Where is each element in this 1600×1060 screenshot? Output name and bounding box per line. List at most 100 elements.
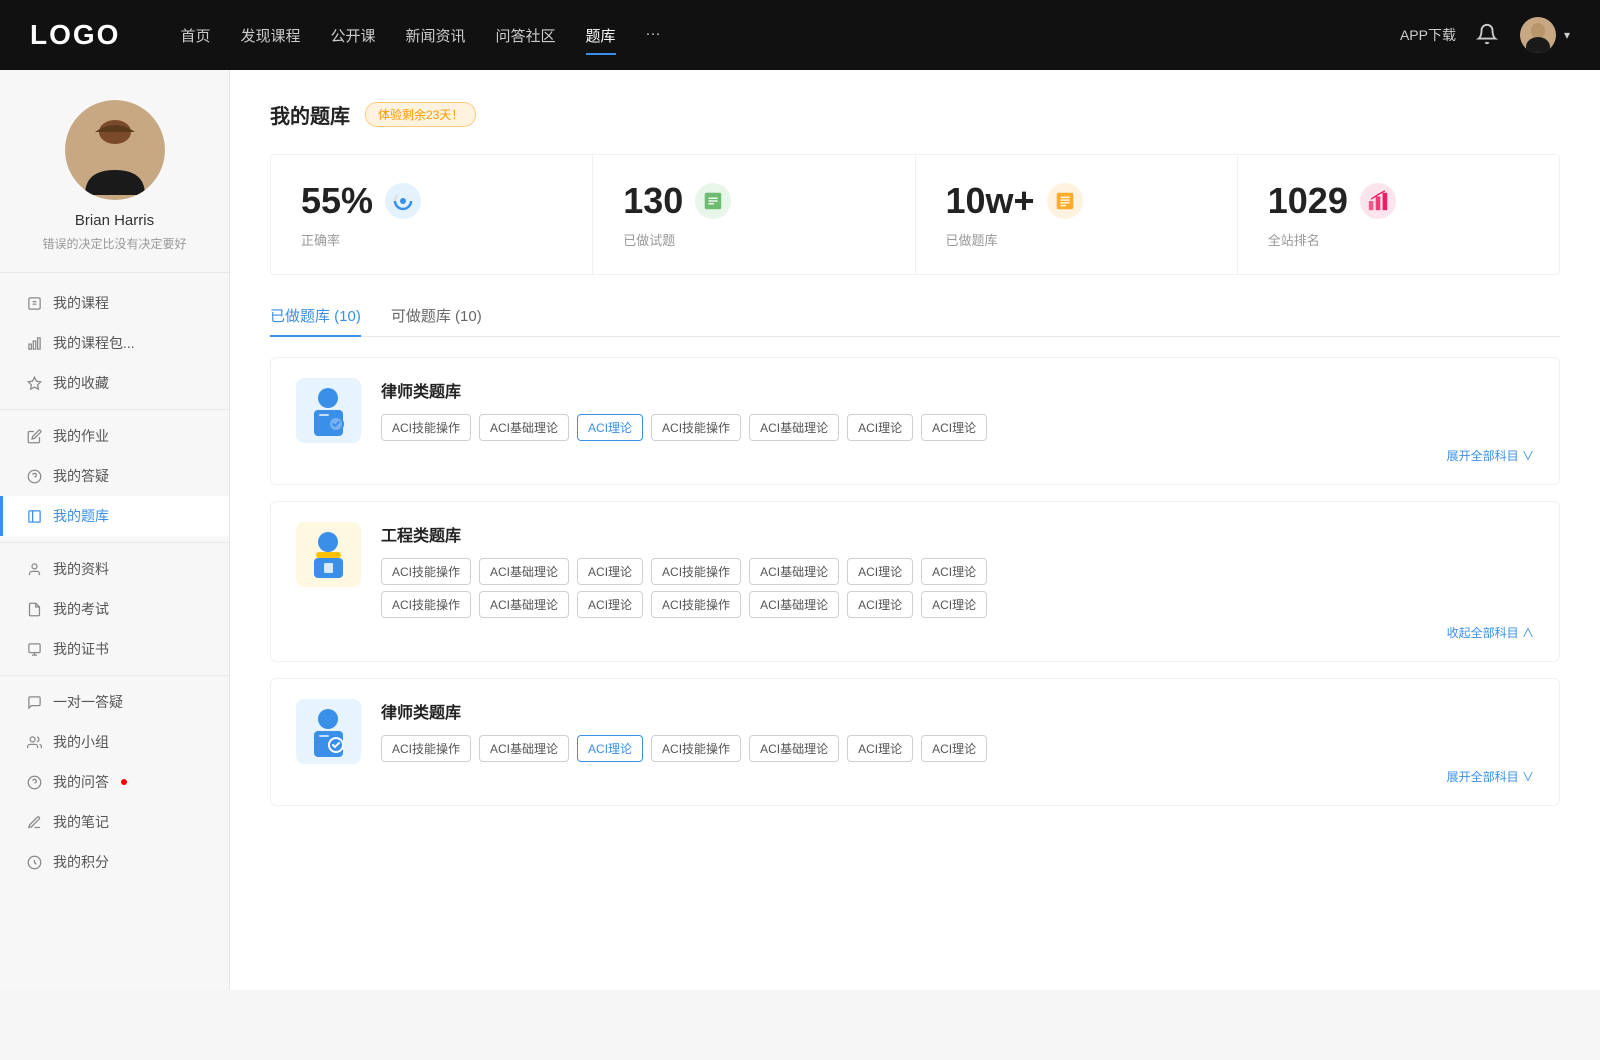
tag[interactable]: ACI理论 bbox=[847, 558, 913, 585]
sidebar-item-course-pack[interactable]: 我的课程包... bbox=[0, 323, 229, 363]
doc-icon bbox=[25, 294, 43, 312]
app-download-link[interactable]: APP下载 bbox=[1400, 25, 1456, 45]
book-icon bbox=[25, 507, 43, 525]
sidebar-item-exam[interactable]: 我的考试 bbox=[0, 589, 229, 629]
tag[interactable]: ACI理论 bbox=[577, 558, 643, 585]
nav-quiz[interactable]: 题库 bbox=[586, 20, 616, 51]
navbar-nav: 首页 发现课程 公开课 新闻资讯 问答社区 题库 ··· bbox=[180, 20, 1400, 51]
sidebar-label: 我的问答 bbox=[53, 772, 109, 792]
menu-divider bbox=[0, 675, 229, 676]
nav-news[interactable]: 新闻资讯 bbox=[406, 20, 466, 51]
navbar-right: APP下载 ▾ bbox=[1400, 17, 1570, 53]
user-avatar-area[interactable]: ▾ bbox=[1520, 17, 1570, 53]
sidebar-label: 我的收藏 bbox=[53, 373, 109, 393]
tag[interactable]: ACI基础理论 bbox=[749, 591, 839, 618]
tag[interactable]: ACI理论 bbox=[847, 591, 913, 618]
tag[interactable]: ACI技能操作 bbox=[381, 591, 471, 618]
stat-bank-done: 10w+ 已做题库 bbox=[916, 155, 1238, 274]
stat-ranking: 1029 全站排名 bbox=[1238, 155, 1559, 274]
stat-icon-bank bbox=[1047, 183, 1083, 219]
sidebar-item-my-qa[interactable]: 我的问答 bbox=[0, 762, 229, 802]
tag[interactable]: ACI技能操作 bbox=[651, 735, 741, 762]
bank-body-lawyer-2: 律师类题库 ACI技能操作 ACI基础理论 ACI理论 ACI技能操作 ACI基… bbox=[381, 699, 1534, 785]
sidebar: Brian Harris 错误的决定比没有决定要好 我的课程 我的课程包... bbox=[0, 70, 230, 990]
tag[interactable]: ACI基础理论 bbox=[749, 558, 839, 585]
nav-open-course[interactable]: 公开课 bbox=[330, 20, 375, 51]
sidebar-item-favorites[interactable]: 我的收藏 bbox=[0, 363, 229, 403]
tag[interactable]: ACI基础理论 bbox=[749, 414, 839, 441]
sidebar-label: 我的考试 bbox=[53, 599, 109, 619]
collapse-link-engineer[interactable]: 收起全部科目 ∧ bbox=[381, 624, 1534, 641]
tag[interactable]: ACI理论 bbox=[921, 414, 987, 441]
tag[interactable]: ACI理论 bbox=[847, 735, 913, 762]
tag-active[interactable]: ACI理论 bbox=[577, 414, 643, 441]
sidebar-item-group[interactable]: 我的小组 bbox=[0, 722, 229, 762]
tag[interactable]: ACI技能操作 bbox=[651, 591, 741, 618]
bank-title-engineer: 工程类题库 bbox=[381, 522, 1534, 546]
logo: LOGO bbox=[30, 19, 120, 51]
sidebar-item-notes[interactable]: 我的笔记 bbox=[0, 802, 229, 842]
sidebar-item-1on1[interactable]: 一对一答疑 bbox=[0, 682, 229, 722]
nav-home[interactable]: 首页 bbox=[180, 20, 210, 51]
tag[interactable]: ACI基础理论 bbox=[479, 414, 569, 441]
menu-divider bbox=[0, 409, 229, 410]
sidebar-label: 我的小组 bbox=[53, 732, 109, 752]
tag[interactable]: ACI理论 bbox=[847, 414, 913, 441]
chat-icon bbox=[25, 693, 43, 711]
tag[interactable]: ACI基础理论 bbox=[479, 558, 569, 585]
tag[interactable]: ACI理论 bbox=[577, 591, 643, 618]
group-icon bbox=[25, 733, 43, 751]
stats-row: 55% 正确率 130 bbox=[270, 154, 1560, 275]
tab-done-banks[interactable]: 已做题库 (10) bbox=[270, 305, 361, 336]
sidebar-item-profile[interactable]: 我的资料 bbox=[0, 549, 229, 589]
tag[interactable]: ACI基础理论 bbox=[749, 735, 839, 762]
tabs-row: 已做题库 (10) 可做题库 (10) bbox=[270, 305, 1560, 337]
sidebar-label: 我的课程 bbox=[53, 293, 109, 313]
tags-row-engineer-2: ACI技能操作 ACI基础理论 ACI理论 ACI技能操作 ACI基础理论 AC… bbox=[381, 591, 1534, 618]
stat-value-accuracy: 55% bbox=[301, 180, 373, 222]
bank-card-lawyer-2: 律师类题库 ACI技能操作 ACI基础理论 ACI理论 ACI技能操作 ACI基… bbox=[270, 678, 1560, 806]
chevron-down-icon: ▾ bbox=[1564, 28, 1570, 42]
stat-value-done: 130 bbox=[623, 180, 683, 222]
sidebar-label: 一对一答疑 bbox=[53, 692, 123, 712]
stat-value-bank: 10w+ bbox=[946, 180, 1035, 222]
notification-bell-icon[interactable] bbox=[1476, 23, 1500, 47]
nav-qa[interactable]: 问答社区 bbox=[496, 20, 556, 51]
stat-icon-rank bbox=[1360, 183, 1396, 219]
sidebar-label: 我的题库 bbox=[53, 506, 109, 526]
expand-link-lawyer-1[interactable]: 展开全部科目 ∨ bbox=[381, 447, 1534, 464]
tab-available-banks[interactable]: 可做题库 (10) bbox=[391, 305, 482, 336]
tag[interactable]: ACI理论 bbox=[921, 735, 987, 762]
stat-value-rank: 1029 bbox=[1268, 180, 1348, 222]
tag[interactable]: ACI技能操作 bbox=[381, 558, 471, 585]
menu-divider bbox=[0, 542, 229, 543]
cert-icon bbox=[25, 640, 43, 658]
nav-discover[interactable]: 发现课程 bbox=[240, 20, 300, 51]
tag[interactable]: ACI技能操作 bbox=[651, 414, 741, 441]
main-layout: Brian Harris 错误的决定比没有决定要好 我的课程 我的课程包... bbox=[0, 70, 1600, 990]
nav-more[interactable]: ··· bbox=[646, 20, 661, 51]
sidebar-item-certificate[interactable]: 我的证书 bbox=[0, 629, 229, 669]
unread-badge bbox=[121, 779, 127, 785]
tag[interactable]: ACI技能操作 bbox=[381, 735, 471, 762]
sidebar-item-homework[interactable]: 我的作业 bbox=[0, 416, 229, 456]
person-icon bbox=[25, 560, 43, 578]
navbar: LOGO 首页 发现课程 公开课 新闻资讯 问答社区 题库 ··· APP下载 … bbox=[0, 0, 1600, 70]
tag[interactable]: ACI基础理论 bbox=[479, 735, 569, 762]
stat-label-rank: 全站排名 bbox=[1268, 230, 1529, 249]
sidebar-item-points[interactable]: 我的积分 bbox=[0, 842, 229, 882]
sidebar-label: 我的积分 bbox=[53, 852, 109, 872]
profile-section: Brian Harris 错误的决定比没有决定要好 bbox=[0, 100, 229, 273]
expand-link-lawyer-2[interactable]: 展开全部科目 ∨ bbox=[381, 768, 1534, 785]
tag-active[interactable]: ACI理论 bbox=[577, 735, 643, 762]
note-icon bbox=[25, 813, 43, 831]
sidebar-item-my-courses[interactable]: 我的课程 bbox=[0, 283, 229, 323]
tag[interactable]: ACI基础理论 bbox=[479, 591, 569, 618]
sidebar-item-questions[interactable]: 我的答疑 bbox=[0, 456, 229, 496]
tag[interactable]: ACI理论 bbox=[921, 591, 987, 618]
qa-icon bbox=[25, 773, 43, 791]
sidebar-item-quiz-bank[interactable]: 我的题库 bbox=[0, 496, 229, 536]
tag[interactable]: ACI技能操作 bbox=[381, 414, 471, 441]
tag[interactable]: ACI技能操作 bbox=[651, 558, 741, 585]
tag[interactable]: ACI理论 bbox=[921, 558, 987, 585]
